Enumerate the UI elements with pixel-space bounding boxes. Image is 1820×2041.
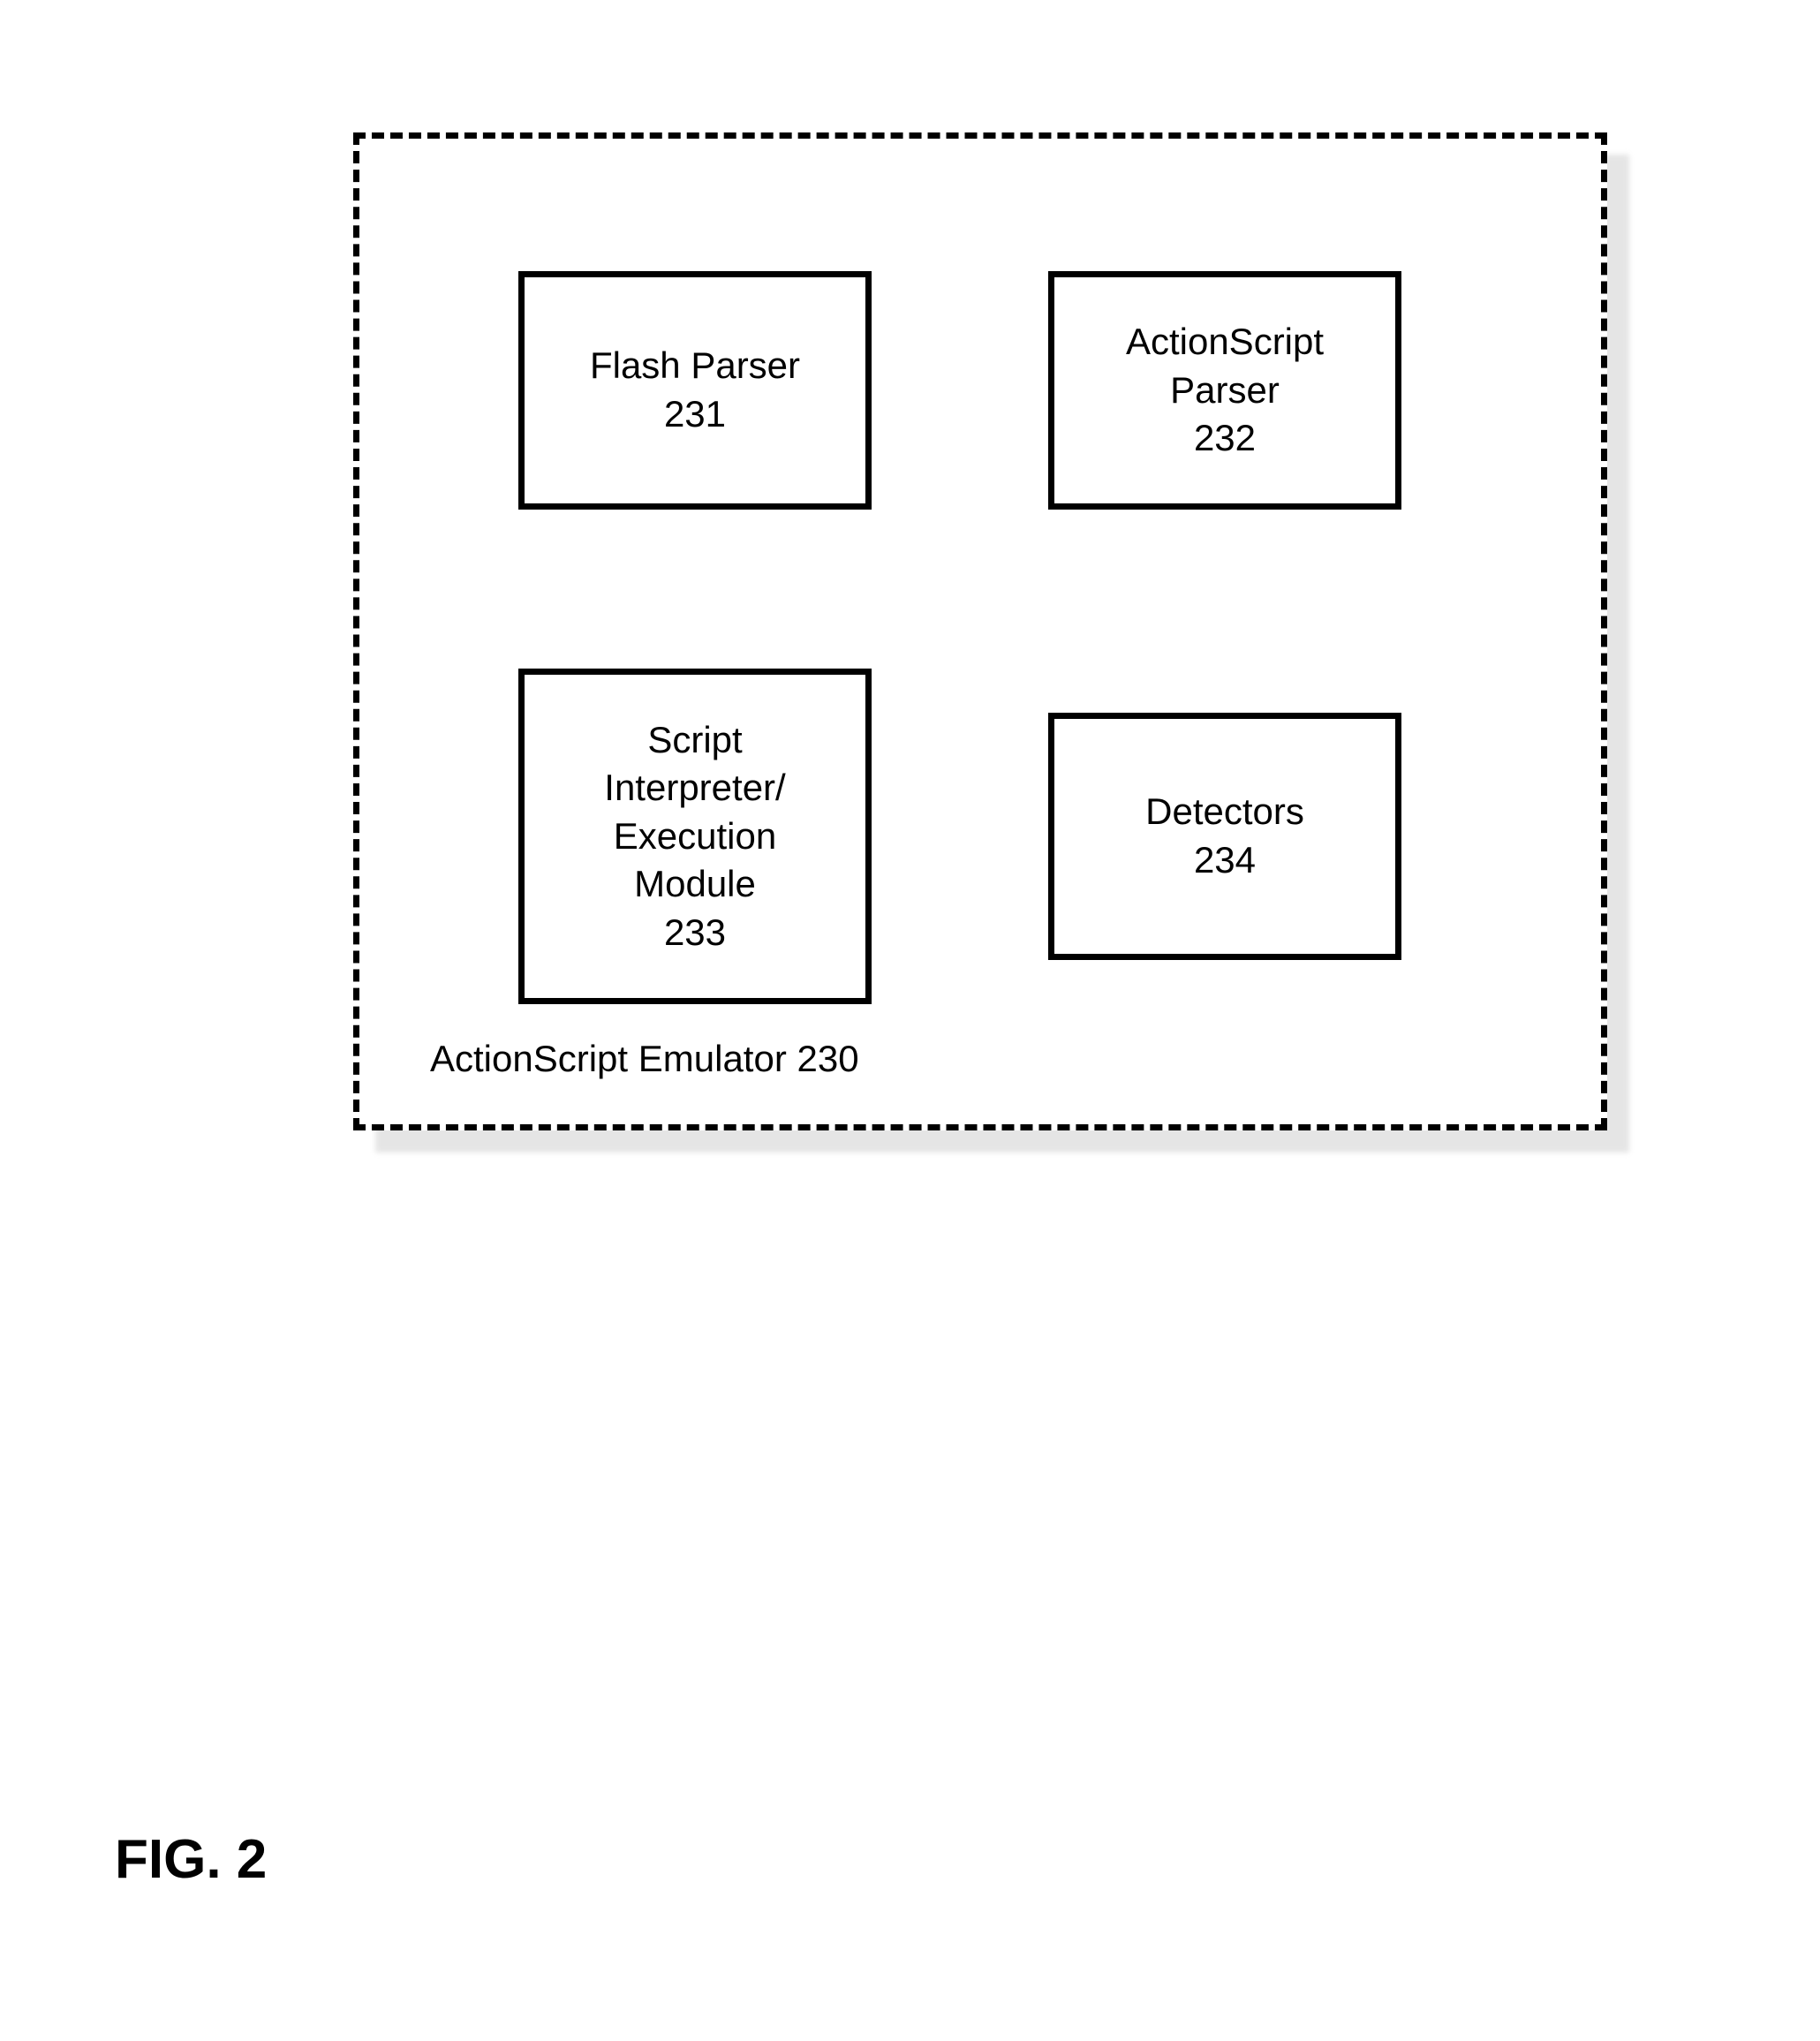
script-interpreter-box: Script Interpreter/ Execution Module 233 xyxy=(518,669,872,1004)
actionscript-emulator-container: Flash Parser 231 ActionScript Parser 232… xyxy=(353,132,1607,1130)
emulator-container-wrapper: Flash Parser 231 ActionScript Parser 232… xyxy=(353,132,1607,1130)
figure-label: FIG. 2 xyxy=(115,1828,267,1891)
flash-parser-title: Flash Parser xyxy=(590,342,800,390)
script-interpreter-line-4: Module xyxy=(634,860,756,909)
actionscript-parser-number: 232 xyxy=(1194,414,1256,463)
flash-parser-number: 231 xyxy=(664,390,726,439)
script-interpreter-line-2: Interpreter/ xyxy=(604,764,785,813)
detectors-box: Detectors 234 xyxy=(1048,713,1401,960)
script-interpreter-line-1: Script xyxy=(647,716,742,765)
flash-parser-box: Flash Parser 231 xyxy=(518,271,872,510)
actionscript-parser-title-2: Parser xyxy=(1170,367,1280,415)
actionscript-parser-box: ActionScript Parser 232 xyxy=(1048,271,1401,510)
actionscript-parser-title-1: ActionScript xyxy=(1126,318,1324,367)
inner-boxes-group: Flash Parser 231 ActionScript Parser 232… xyxy=(359,139,1601,1124)
script-interpreter-number: 233 xyxy=(664,909,726,957)
detectors-number: 234 xyxy=(1194,836,1256,885)
script-interpreter-line-3: Execution xyxy=(614,813,776,861)
container-label: ActionScript Emulator 230 xyxy=(430,1038,859,1080)
detectors-title: Detectors xyxy=(1145,788,1304,836)
